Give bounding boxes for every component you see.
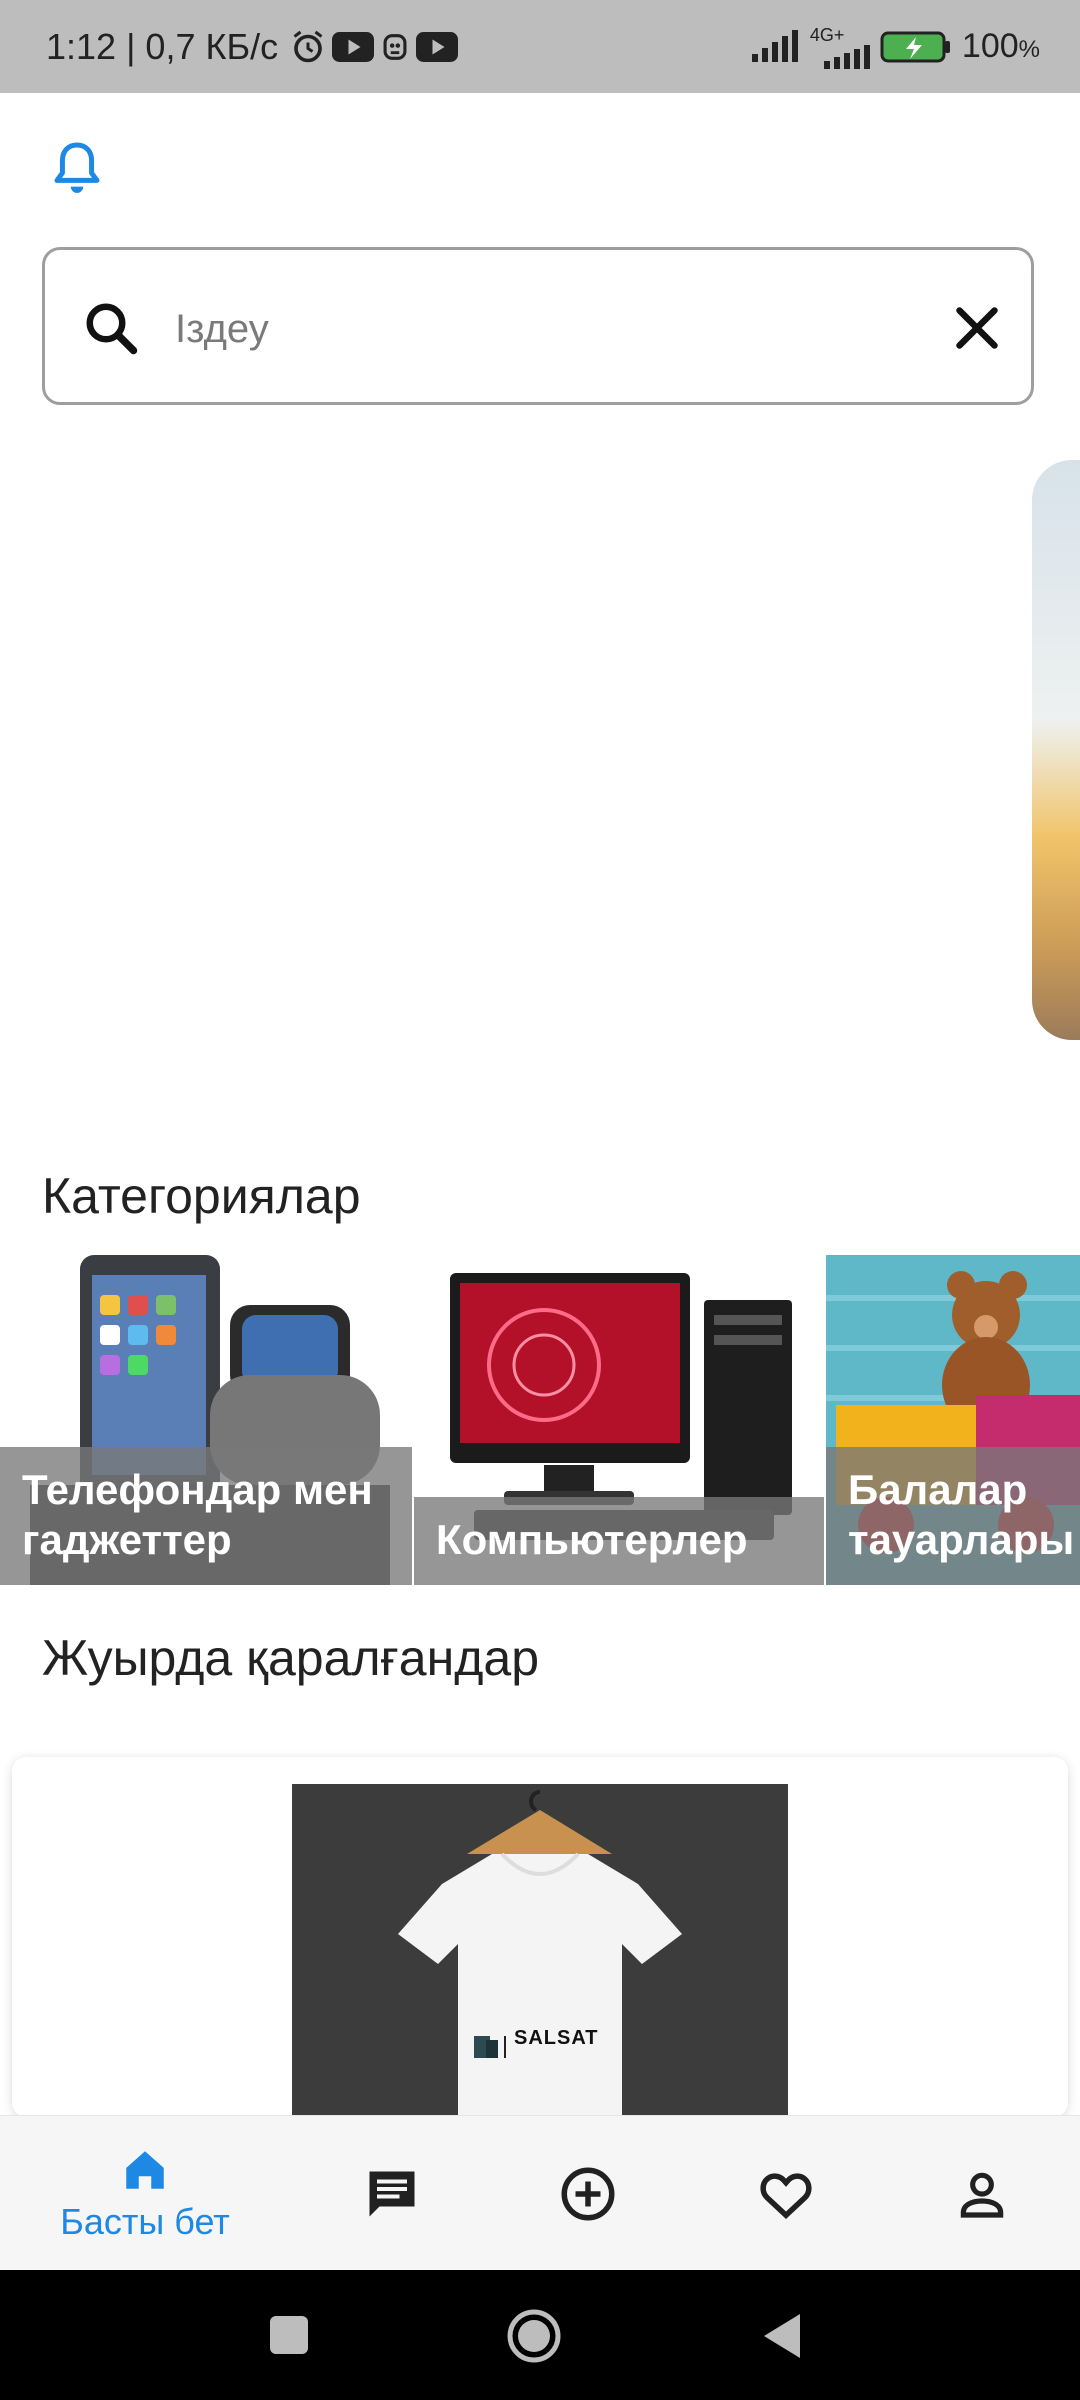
- category-card-kids[interactable]: Балалар тауарлары: [826, 1255, 1080, 1585]
- nav-add[interactable]: [548, 2116, 628, 2271]
- nav-messages[interactable]: [352, 2116, 432, 2271]
- network-type: 4G+: [809, 24, 845, 45]
- youtube-icon: [332, 31, 375, 62]
- signal-icon: [751, 29, 798, 62]
- chat-icon: [369, 2171, 415, 2216]
- signal-icon: [823, 44, 870, 69]
- search-bar: [42, 247, 1034, 405]
- status-time-speed: 1:12 | 0,7 КБ/с: [46, 25, 279, 67]
- nav-home-label: Басты бет: [60, 2200, 230, 2242]
- system-nav-bar: [0, 2270, 1080, 2400]
- recent-title: Жуырда қаралғандар: [42, 1630, 539, 1686]
- home-icon: [126, 2150, 164, 2189]
- youtube-icon: [416, 31, 459, 62]
- battery-percent: 100: [961, 27, 1019, 65]
- bottom-nav: Басты бет: [0, 2115, 1080, 2271]
- category-label: Телефондар мен гаджеттер: [0, 1447, 412, 1585]
- battery-unit: %: [1018, 36, 1040, 63]
- banner-next-slide[interactable]: [1032, 460, 1080, 1040]
- search-icon: [86, 303, 138, 355]
- product-brand: SALSAT: [514, 2027, 599, 2049]
- robot-icon: [383, 33, 407, 60]
- notification-bell-icon[interactable]: [52, 140, 102, 200]
- close-icon[interactable]: [947, 298, 1007, 358]
- category-card-computers[interactable]: Компьютерлер: [414, 1255, 824, 1585]
- categories-carousel: Телефондар мен гаджеттер Компьютерлер Ба…: [0, 1255, 1080, 1585]
- product-image: [292, 1784, 788, 2117]
- back-icon[interactable]: [760, 2312, 804, 2360]
- recent-apps-icon[interactable]: [268, 2314, 310, 2356]
- home-button-icon[interactable]: [506, 2308, 562, 2364]
- network-indicator: 4G+: [809, 24, 870, 69]
- nav-profile[interactable]: [942, 2116, 1022, 2271]
- battery-charging-icon: [880, 31, 950, 62]
- category-label: Балалар тауарлары: [826, 1447, 1080, 1585]
- product-card[interactable]: SALSAT: [12, 1757, 1068, 2117]
- status-bar: 1:12 | 0,7 КБ/с 4G+ 100%: [0, 0, 1080, 93]
- nav-home[interactable]: Басты бет: [40, 2116, 250, 2271]
- heart-icon: [760, 2172, 812, 2219]
- profile-icon: [960, 2172, 1004, 2218]
- alarm-icon: [293, 30, 323, 62]
- status-bar-right: 4G+ 100%: [750, 0, 1040, 93]
- banner-carousel[interactable]: [0, 440, 1080, 1080]
- battery-level: 100%: [962, 27, 1040, 66]
- categories-title: Категориялар: [42, 1168, 361, 1224]
- category-label: Компьютерлер: [414, 1497, 824, 1585]
- status-bar-left: 1:12 | 0,7 КБ/с: [46, 0, 459, 93]
- search-input[interactable]: [173, 290, 937, 368]
- nav-favorites[interactable]: [746, 2116, 826, 2271]
- add-circle-icon: [561, 2167, 615, 2220]
- category-card-phones[interactable]: Телефондар мен гаджеттер: [0, 1255, 412, 1585]
